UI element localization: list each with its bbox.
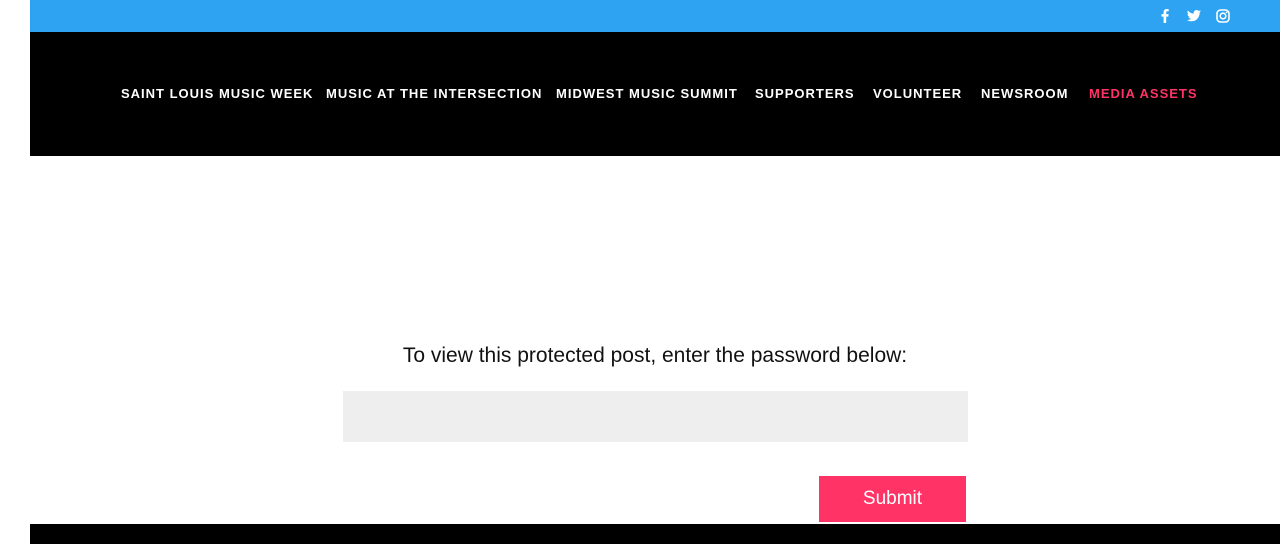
nav-item-supporters[interactable]: SUPPORTERS — [755, 86, 855, 102]
footer-bar — [30, 524, 1280, 544]
instagram-icon[interactable] — [1213, 6, 1233, 26]
nav-item-newsroom[interactable]: NEWSROOM — [981, 86, 1068, 102]
nav-item-volunteer[interactable]: VOLUNTEER — [873, 86, 962, 102]
password-input[interactable] — [343, 391, 968, 442]
top-bar — [30, 0, 1280, 32]
page: SAINT LOUIS MUSIC WEEK MUSIC AT THE INTE… — [0, 0, 1280, 544]
nav-item-music-at-the-intersection[interactable]: MUSIC AT THE INTERSECTION — [326, 86, 542, 102]
password-prompt: To view this protected post, enter the p… — [402, 344, 908, 367]
nav-item-midwest-music-summit[interactable]: MIDWEST MUSIC SUMMIT — [556, 86, 738, 102]
facebook-icon[interactable] — [1155, 6, 1175, 26]
nav-item-media-assets[interactable]: MEDIA ASSETS — [1089, 86, 1198, 102]
main-nav: SAINT LOUIS MUSIC WEEK MUSIC AT THE INTE… — [0, 86, 1280, 102]
nav-item-saint-louis-music-week[interactable]: SAINT LOUIS MUSIC WEEK — [121, 86, 313, 102]
twitter-icon[interactable] — [1184, 6, 1204, 26]
submit-button[interactable]: Submit — [819, 476, 966, 522]
